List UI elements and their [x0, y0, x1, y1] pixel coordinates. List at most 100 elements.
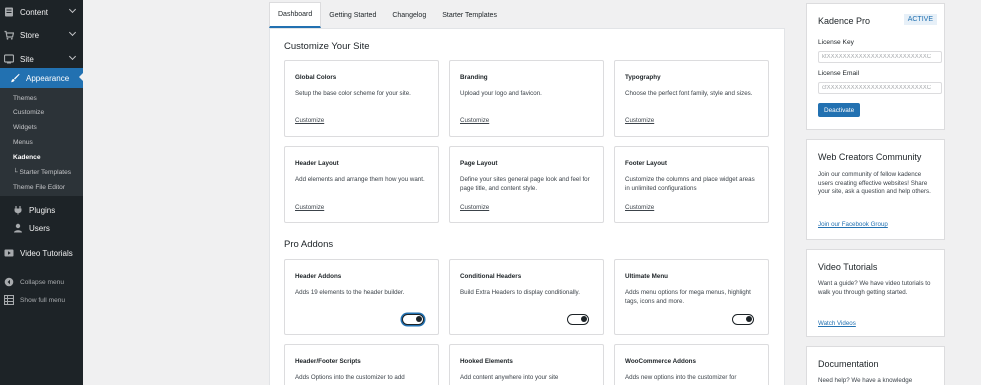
show-full-menu-label: Show full menu	[20, 296, 66, 304]
video-icon	[4, 248, 14, 258]
video-tutorials-box: Video Tutorials Want a guide? We have vi…	[806, 249, 945, 337]
card-title: Typography	[625, 74, 661, 81]
menu-grid-icon	[3, 294, 15, 306]
paintbrush-icon	[10, 73, 20, 83]
admin-sidebar: Content Store Site Appearance Themes Cus…	[0, 0, 84, 385]
video-tutorials-title: Video Tutorials	[818, 262, 878, 272]
community-box: Web Creators Community Join our communit…	[806, 139, 945, 240]
submenu-item-theme-file-editor[interactable]: Theme File Editor	[13, 184, 65, 191]
license-key-label: License Key	[818, 39, 854, 46]
card-title: Ultimate Menu	[625, 273, 669, 280]
submenu-item-themes[interactable]: Themes	[13, 95, 37, 102]
deactivate-button[interactable]: Deactivate	[818, 103, 861, 117]
facebook-group-link[interactable]: Join our Facebook Group	[818, 221, 888, 228]
tab-changelog[interactable]: Changelog	[384, 2, 434, 28]
submenu-item-widgets[interactable]: Widgets	[13, 124, 37, 131]
card-branding: Branding Upload your logo and favicon. C…	[449, 60, 604, 137]
card-woocommerce-addons: WooCommerce Addons Adds new options into…	[614, 344, 769, 385]
chevron-down-icon	[68, 52, 77, 61]
submenu-item-kadence[interactable]: Kadence	[13, 154, 41, 161]
sidebar-item-label: Store	[20, 30, 40, 40]
license-box: Kadence Pro ACTIVE License Key License E…	[806, 3, 945, 130]
documentation-title: Documentation	[818, 359, 879, 369]
card-description: Customize the columns and place widget a…	[625, 176, 755, 192]
sidebar-item-plugins[interactable]: Plugins	[9, 201, 92, 219]
card-global-colors: Global Colors Setup the base color schem…	[284, 60, 439, 137]
kadence-tabs: Dashboard Getting Started Changelog Star…	[269, 2, 505, 28]
license-email-field[interactable]	[818, 82, 942, 94]
store-icon	[4, 30, 15, 40]
license-title: Kadence Pro	[818, 16, 871, 26]
sidebar-item-label: Content	[20, 7, 49, 17]
card-footer-layout: Footer Layout Customize the columns and …	[614, 146, 769, 223]
pro-addons-section-title: Pro Addons	[284, 239, 334, 250]
sidebar-item-store[interactable]: Store	[0, 26, 83, 44]
sidebar-item-label: Appearance	[26, 73, 70, 83]
appearance-submenu: Themes Customize Widgets Menus Kadence └…	[0, 88, 83, 196]
license-key-field[interactable]	[818, 51, 942, 63]
dashboard-panel: Customize Your Site Global Colors Setup …	[269, 28, 785, 385]
content-icon	[4, 7, 14, 17]
collapse-icon	[4, 277, 14, 287]
customize-link[interactable]: Customize	[295, 117, 324, 124]
sidebar-item-users[interactable]: Users	[9, 219, 92, 237]
card-title: Footer Layout	[625, 160, 667, 167]
submenu-item-starter-templates[interactable]: └ Starter Templates	[13, 169, 71, 176]
tab-dashboard[interactable]: Dashboard	[269, 2, 322, 28]
sidebar-item-content[interactable]: Content	[0, 3, 83, 21]
sidebar-item-appearance[interactable]: Appearance	[0, 68, 84, 88]
tab-getting-started[interactable]: Getting Started	[321, 2, 384, 28]
video-tutorials-text: Want a guide? We have video tutorials to…	[818, 280, 931, 296]
customize-link[interactable]: Customize	[460, 204, 489, 211]
card-description: Choose the perfect font family, style an…	[625, 90, 753, 97]
documentation-text: Need help? We have a knowledge	[818, 377, 913, 384]
customize-link[interactable]: Customize	[460, 117, 489, 124]
customize-link[interactable]: Customize	[625, 117, 654, 124]
sidebar-item-label: Plugins	[29, 205, 56, 215]
card-title: Header Addons	[295, 273, 342, 280]
community-text: Join our community of fellow kadence use…	[818, 171, 931, 196]
card-description: Adds new options into the customizer for	[625, 374, 737, 381]
chevron-down-icon	[68, 5, 77, 14]
community-title: Web Creators Community	[818, 152, 922, 162]
customize-link[interactable]: Customize	[295, 204, 324, 211]
sidebar-item-label: Site	[20, 54, 34, 64]
card-title: Global Colors	[295, 74, 337, 81]
sidebar-item-label: Video Tutorials	[20, 248, 73, 258]
card-description: Adds Options into the customizer to add	[295, 374, 405, 381]
card-description: Build Extra Headers to display condition…	[460, 289, 580, 296]
submenu-item-customize[interactable]: Customize	[13, 109, 44, 116]
watch-videos-link[interactable]: Watch Videos	[818, 320, 856, 327]
card-title: Conditional Headers	[460, 273, 522, 280]
card-ultimate-menu: Ultimate Menu Adds menu options for mega…	[614, 259, 769, 335]
card-description: Define your sites general page look and …	[460, 176, 590, 192]
chevron-down-icon	[68, 28, 77, 37]
license-status-badge: ACTIVE	[903, 14, 937, 25]
sidebar-item-video-tutorials[interactable]: Video Tutorials	[0, 244, 83, 262]
ultimate-menu-toggle[interactable]	[732, 314, 754, 325]
card-title: WooCommerce Addons	[625, 358, 697, 365]
site-icon	[3, 54, 15, 64]
tab-starter-templates[interactable]: Starter Templates	[434, 2, 505, 28]
card-page-layout: Page Layout Define your sites general pa…	[449, 146, 604, 223]
card-title: Hooked Elements	[460, 358, 513, 365]
collapse-menu-button[interactable]: Collapse menu	[0, 273, 83, 291]
card-description: Setup the base color scheme for your sit…	[295, 90, 411, 97]
conditional-headers-toggle[interactable]	[567, 314, 589, 325]
card-description: Adds 19 elements to the header builder.	[295, 289, 405, 296]
card-typography: Typography Choose the perfect font famil…	[614, 60, 769, 137]
card-description: Add elements and arrange them how you wa…	[295, 176, 425, 183]
header-addons-toggle[interactable]	[402, 314, 424, 325]
submenu-item-menus[interactable]: Menus	[13, 139, 33, 146]
card-conditional-headers: Conditional Headers Build Extra Headers …	[449, 259, 604, 335]
customize-link[interactable]: Customize	[625, 204, 654, 211]
show-full-menu-button[interactable]: Show full menu	[0, 291, 83, 309]
users-icon	[13, 223, 23, 233]
sidebar-item-site[interactable]: Site	[0, 50, 83, 68]
card-title: Header Layout	[295, 160, 339, 167]
plugins-icon	[13, 205, 23, 215]
card-hooked-elements: Hooked Elements Add content anywhere int…	[449, 344, 604, 385]
card-header-footer-scripts: Header/Footer Scripts Adds Options into …	[284, 344, 439, 385]
documentation-box: Documentation Need help? We have a knowl…	[806, 346, 945, 385]
collapse-menu-label: Collapse menu	[20, 278, 64, 286]
